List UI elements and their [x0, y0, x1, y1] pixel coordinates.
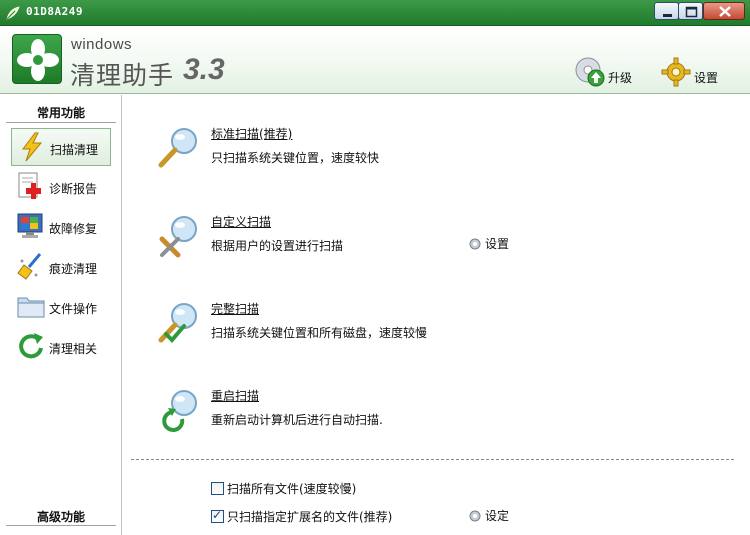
refresh-arrow-icon [19, 333, 43, 359]
scan-option-reboot[interactable]: 重启扫描 重新启动计算机后进行自动扫描. [123, 387, 723, 447]
brand-title: 清理助手 [70, 61, 175, 90]
scan-panel: 标准扫描(推荐) 只扫描系统关键位置，速度较快 自定义扫描 根据用户的设置进行扫… [123, 95, 750, 535]
scan-desc: 只扫描系统关键位置，速度较快 [211, 151, 380, 165]
sidebar-item-label: 故障修复 [49, 222, 98, 236]
title-bar[interactable]: 01D8A249 [0, 0, 750, 26]
flower-logo-icon [17, 39, 59, 81]
sidebar-section-common: 常用功能 [36, 106, 85, 120]
report-cross-icon [18, 172, 41, 199]
sidebar-item-diagnostic-report[interactable]: 诊断报告 [11, 168, 111, 206]
small-gear-icon [469, 510, 481, 521]
scan-all-files-checkbox[interactable] [211, 482, 224, 495]
scan-desc: 扫描系统关键位置和所有磁盘，速度较慢 [211, 326, 428, 340]
folder-icon [17, 297, 45, 318]
scan-name[interactable]: 重启扫描 [211, 387, 259, 404]
magnifier-refresh-icon [162, 390, 197, 432]
app-logo [12, 34, 62, 84]
broom-icon [17, 253, 42, 280]
magnifier-check-icon [158, 303, 197, 343]
options-divider [131, 459, 734, 460]
option-label: 扫描所有文件(速度较慢) [227, 482, 357, 496]
sidebar-divider [6, 122, 116, 123]
settings-label: 设置 [694, 71, 719, 85]
sidebar-item-clean-related[interactable]: 清理相关 [11, 328, 111, 366]
option-scan-extensions[interactable]: 只扫描指定扩展名的文件(推荐) [211, 508, 392, 525]
extension-settings-label: 设定 [485, 509, 510, 523]
option-label: 只扫描指定扩展名的文件(推荐) [227, 510, 393, 524]
sidebar-divider [6, 525, 116, 526]
small-gear-icon [469, 238, 481, 249]
sidebar-section-advanced[interactable]: 高级功能 [6, 508, 116, 525]
brand-subtitle: windows [71, 36, 133, 53]
scan-name[interactable]: 标准扫描(推荐) [211, 125, 292, 142]
scan-desc: 根据用户的设置进行扫描 [211, 239, 344, 253]
upgrade-disc-icon [575, 57, 605, 87]
minimize-icon [663, 14, 672, 17]
extension-settings-button[interactable]: 设定 [468, 507, 509, 524]
custom-scan-settings-label: 设置 [485, 237, 510, 251]
sidebar-item-label: 文件操作 [49, 302, 98, 316]
sidebar: 常用功能 扫描清理 诊断报告 故障修复 痕迹清理 文件操作 清理相关 高级功能 [0, 95, 122, 535]
close-button[interactable] [703, 2, 745, 20]
upgrade-button[interactable]: 升级 [574, 56, 632, 88]
lightning-icon [22, 132, 43, 162]
maximize-icon [685, 6, 698, 18]
monitor-repair-icon [17, 213, 43, 238]
gear-icon [661, 57, 691, 87]
magnifier-tools-icon [159, 216, 197, 258]
sidebar-item-label: 痕迹清理 [49, 262, 98, 276]
settings-button[interactable]: 设置 [660, 56, 718, 88]
window-title: 01D8A249 [26, 5, 83, 18]
custom-scan-settings-button[interactable]: 设置 [468, 235, 509, 252]
scan-option-standard[interactable]: 标准扫描(推荐) 只扫描系统关键位置，速度较快 [123, 125, 723, 185]
upgrade-label: 升级 [608, 71, 633, 85]
magnifier-icon [158, 128, 197, 168]
option-scan-all-files[interactable]: 扫描所有文件(速度较慢) [211, 480, 356, 497]
minimize-button[interactable] [654, 2, 679, 20]
app-header: windows 清理助手 3.3 升级 设置 [0, 26, 750, 94]
sidebar-item-label: 扫描清理 [50, 143, 99, 157]
sidebar-item-label: 清理相关 [49, 342, 98, 356]
close-icon [719, 6, 731, 17]
scan-option-custom[interactable]: 自定义扫描 根据用户的设置进行扫描 设置 [123, 213, 723, 273]
sidebar-item-fault-repair[interactable]: 故障修复 [11, 208, 111, 246]
sidebar-item-scan-clean[interactable]: 扫描清理 [11, 128, 111, 166]
maximize-button[interactable] [678, 2, 703, 20]
sidebar-item-label: 诊断报告 [49, 182, 98, 196]
scan-name[interactable]: 自定义扫描 [211, 213, 271, 230]
sidebar-item-trace-clean[interactable]: 痕迹清理 [11, 248, 111, 286]
scan-extensions-checkbox[interactable] [211, 508, 224, 523]
scan-option-full[interactable]: 完整扫描 扫描系统关键位置和所有磁盘，速度较慢 [123, 300, 723, 360]
sidebar-item-file-operation[interactable]: 文件操作 [11, 288, 111, 326]
scan-desc: 重新启动计算机后进行自动扫描. [211, 413, 383, 427]
scan-name[interactable]: 完整扫描 [211, 300, 259, 317]
app-leaf-icon [6, 6, 20, 20]
brand-version: 3.3 [183, 53, 225, 86]
